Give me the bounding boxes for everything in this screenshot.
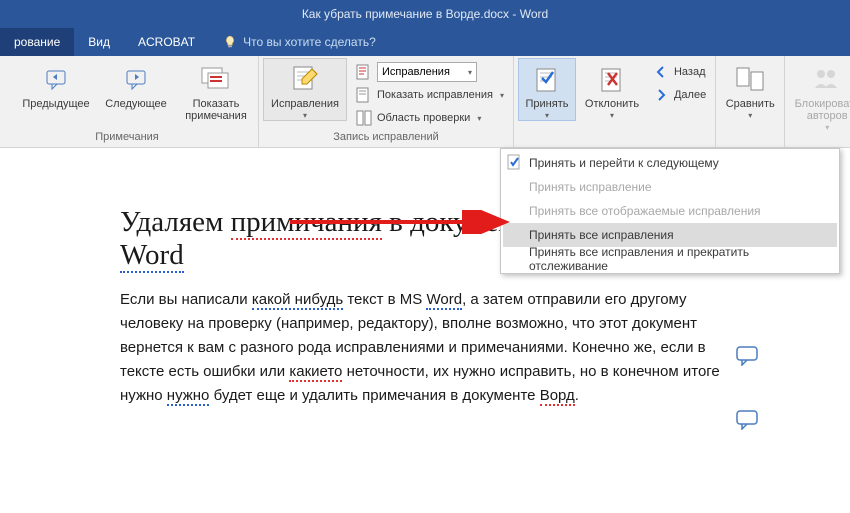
tab-review[interactable]: рование: [0, 28, 74, 56]
display-for-review-dropdown[interactable]: Исправления ▾: [377, 62, 477, 82]
prev-comment-button[interactable]: Предыдущее: [18, 58, 94, 111]
accept-icon: [507, 154, 523, 170]
tellme-label: Что вы хотите сделать?: [243, 35, 376, 49]
block-authors-icon: [812, 66, 842, 92]
show-markup-icon: [356, 87, 372, 103]
markup-icon: [356, 64, 372, 80]
reviewing-pane-icon: [356, 110, 372, 126]
chevron-down-icon: ▾: [748, 111, 752, 120]
reviewing-pane-button[interactable]: Область проверки ▾: [351, 107, 509, 129]
track-changes-icon: [290, 65, 320, 93]
accept-icon: [534, 65, 560, 93]
reject-button[interactable]: Отклонить ▾: [580, 58, 644, 121]
accept-menu: Принять и перейти к следующему Принять и…: [500, 148, 840, 274]
document-body: Если вы написали какой нибудь текст в MS…: [120, 288, 730, 408]
reject-icon: [599, 65, 625, 93]
prev-comment-icon: [42, 67, 70, 91]
menu-item-accept-all-stop[interactable]: Принять все исправления и прекратить отс…: [503, 247, 837, 271]
next-change-icon: [653, 87, 669, 103]
tab-tellme[interactable]: Что вы хотите сделать?: [209, 28, 390, 56]
next-comment-icon: [122, 67, 150, 91]
chevron-down-icon: ▾: [545, 111, 549, 120]
prev-change-button[interactable]: Назад: [648, 61, 711, 83]
comment-indicator[interactable]: [736, 410, 760, 430]
lightbulb-icon: [223, 35, 237, 49]
menu-item-accept-change: Принять исправление: [503, 175, 837, 199]
chevron-down-icon: ▾: [303, 111, 307, 120]
tab-bar: рование Вид ACROBAT Что вы хотите сделат…: [0, 28, 850, 56]
chevron-down-icon: ▾: [825, 123, 829, 132]
ribbon-group-protect: Блокировать авторов ▾ Ог реда: [785, 56, 850, 147]
ribbon-group-changes: Принять ▾ Отклонить ▾ Назад Далее: [514, 56, 715, 147]
compare-icon: [735, 66, 765, 92]
comment-icon: [736, 346, 760, 366]
next-change-button[interactable]: Далее: [648, 84, 711, 106]
chevron-down-icon: ▾: [610, 111, 614, 120]
group-label-tracking: Запись исправлений: [263, 129, 509, 147]
block-authors-button[interactable]: Блокировать авторов ▾: [789, 58, 850, 133]
group-label-comments: Примечания: [0, 129, 254, 147]
show-comments-icon: [200, 66, 232, 92]
next-comment-button[interactable]: Следующее: [98, 58, 174, 111]
prev-change-icon: [653, 64, 669, 80]
tab-acrobat[interactable]: ACROBAT: [124, 28, 209, 56]
chevron-down-icon: ▾: [500, 91, 504, 100]
chevron-down-icon: ▾: [477, 114, 481, 123]
ribbon: Предыдущее Следующее Показать примечания…: [0, 56, 850, 148]
ribbon-group-compare: Сравнить ▾: [716, 56, 785, 147]
title-bar: Как убрать примечание в Ворде.docx - Wor…: [0, 0, 850, 28]
ribbon-group-comments: Предыдущее Следующее Показать примечания…: [0, 56, 259, 147]
compare-button[interactable]: Сравнить ▾: [720, 58, 780, 121]
accept-button[interactable]: Принять ▾: [518, 58, 576, 121]
menu-item-accept-all[interactable]: Принять все исправления: [503, 223, 837, 247]
show-markup-button[interactable]: Показать исправления ▾: [351, 84, 509, 106]
tab-view[interactable]: Вид: [74, 28, 124, 56]
comment-indicator[interactable]: [736, 346, 760, 366]
ribbon-group-tracking: Исправления ▾ Исправления ▾ Показать исп…: [259, 56, 514, 147]
track-changes-button[interactable]: Исправления ▾: [263, 58, 347, 121]
show-comments-button[interactable]: Показать примечания: [178, 58, 254, 123]
comment-icon: [736, 410, 760, 430]
window-title: Как убрать примечание в Ворде.docx - Wor…: [302, 7, 548, 21]
new-comment-button[interactable]: [0, 58, 14, 97]
menu-item-accept-next[interactable]: Принять и перейти к следующему: [503, 151, 837, 175]
display-for-review-row[interactable]: Исправления ▾: [351, 61, 509, 83]
chevron-down-icon: ▾: [468, 68, 472, 77]
menu-item-accept-shown: Принять все отображаемые исправления: [503, 199, 837, 223]
